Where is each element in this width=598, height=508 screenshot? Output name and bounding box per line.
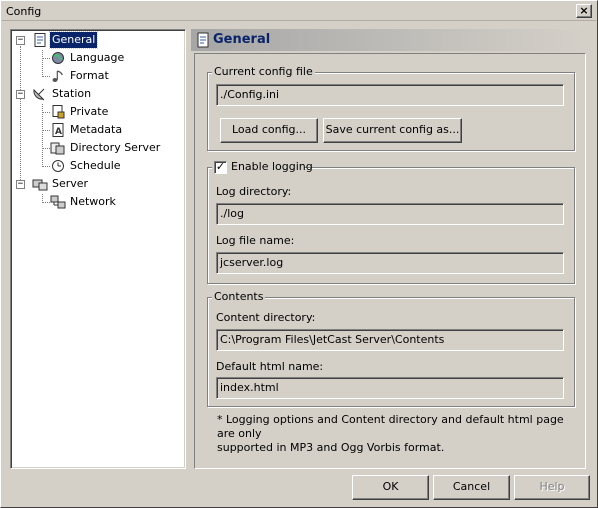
globe-icon: [52, 52, 64, 64]
music-note-icon: [52, 70, 63, 82]
server-icon: [32, 179, 48, 191]
close-button[interactable]: ×: [576, 4, 592, 18]
config-file-group: Current config file ./Config.ini Load co…: [207, 65, 575, 151]
svg-text:A: A: [55, 127, 62, 137]
save-config-as-button[interactable]: Save current config as...: [323, 118, 462, 143]
clock-icon: [52, 160, 64, 172]
panel-title: General: [213, 32, 271, 47]
log-file-name-field[interactable]: jcserver.log: [216, 252, 564, 274]
tree-item-label: Language: [70, 51, 125, 64]
enable-logging-checkbox[interactable]: ✓: [214, 161, 227, 174]
general-panel: General Current config file ./Config.ini…: [191, 29, 587, 469]
default-html-name-field[interactable]: index.html: [216, 377, 564, 399]
tree-item-label: Schedule: [70, 159, 121, 172]
contents-group: Contents Content directory: C:\Program F…: [207, 290, 575, 407]
settings-tree[interactable]: − General Language Format − Station Priv…: [10, 29, 186, 469]
station-collapse-toggle[interactable]: −: [16, 90, 25, 99]
tree-item-label: Metadata: [70, 123, 123, 136]
contents-legend: Contents: [212, 290, 266, 303]
general-collapse-toggle[interactable]: −: [16, 36, 25, 45]
tree-item-label: Directory Server: [70, 141, 161, 154]
tree-item-label: Private: [70, 105, 109, 118]
tree-item-label: Network: [70, 195, 116, 208]
tree-item-label: Server: [52, 177, 89, 190]
enable-logging-label: Enable logging: [231, 160, 313, 173]
config-file-field[interactable]: ./Config.ini: [216, 84, 564, 106]
network-icon: [50, 195, 66, 209]
config-window: Config × − General Language Format − Sta…: [0, 0, 598, 508]
default-html-name-label: Default html name:: [216, 360, 324, 373]
content-directory-label: Content directory:: [216, 311, 316, 324]
document-icon: [34, 33, 46, 47]
logging-group: ✓ Enable logging Log directory: ./log Lo…: [207, 160, 575, 284]
content-directory-field[interactable]: C:\Program Files\JetCast Server\Contents: [216, 329, 564, 351]
panel-header: General: [191, 29, 587, 51]
directory-icon: [50, 142, 65, 155]
tree-item-label: Format: [70, 69, 109, 82]
lock-document-icon: [52, 105, 65, 119]
window-title: Config: [6, 5, 42, 18]
load-config-button[interactable]: Load config...: [220, 118, 318, 143]
server-collapse-toggle[interactable]: −: [16, 180, 25, 189]
document-icon: [197, 32, 209, 48]
format-support-note: * Logging options and Content directory …: [217, 413, 582, 455]
help-button[interactable]: Help: [514, 475, 590, 500]
note-line-1: * Logging options and Content directory …: [217, 413, 564, 440]
enable-logging-legend[interactable]: ✓ Enable logging: [212, 160, 313, 175]
title-bar[interactable]: Config ×: [2, 2, 596, 21]
tree-item-label: Station: [52, 87, 92, 100]
panel-body: Current config file ./Config.ini Load co…: [194, 53, 586, 469]
text-document-icon: A: [52, 123, 64, 137]
cancel-button[interactable]: Cancel: [433, 475, 510, 500]
log-file-name-label: Log file name:: [216, 234, 295, 247]
note-line-2: supported in MP3 and Ogg Vorbis format.: [217, 441, 445, 454]
satellite-dish-icon: [33, 88, 45, 101]
ok-button[interactable]: OK: [352, 475, 429, 500]
config-file-legend: Current config file: [212, 65, 315, 78]
log-directory-field[interactable]: ./log: [216, 203, 564, 225]
log-directory-label: Log directory:: [216, 185, 292, 198]
tree-item-label: General: [48, 31, 99, 49]
